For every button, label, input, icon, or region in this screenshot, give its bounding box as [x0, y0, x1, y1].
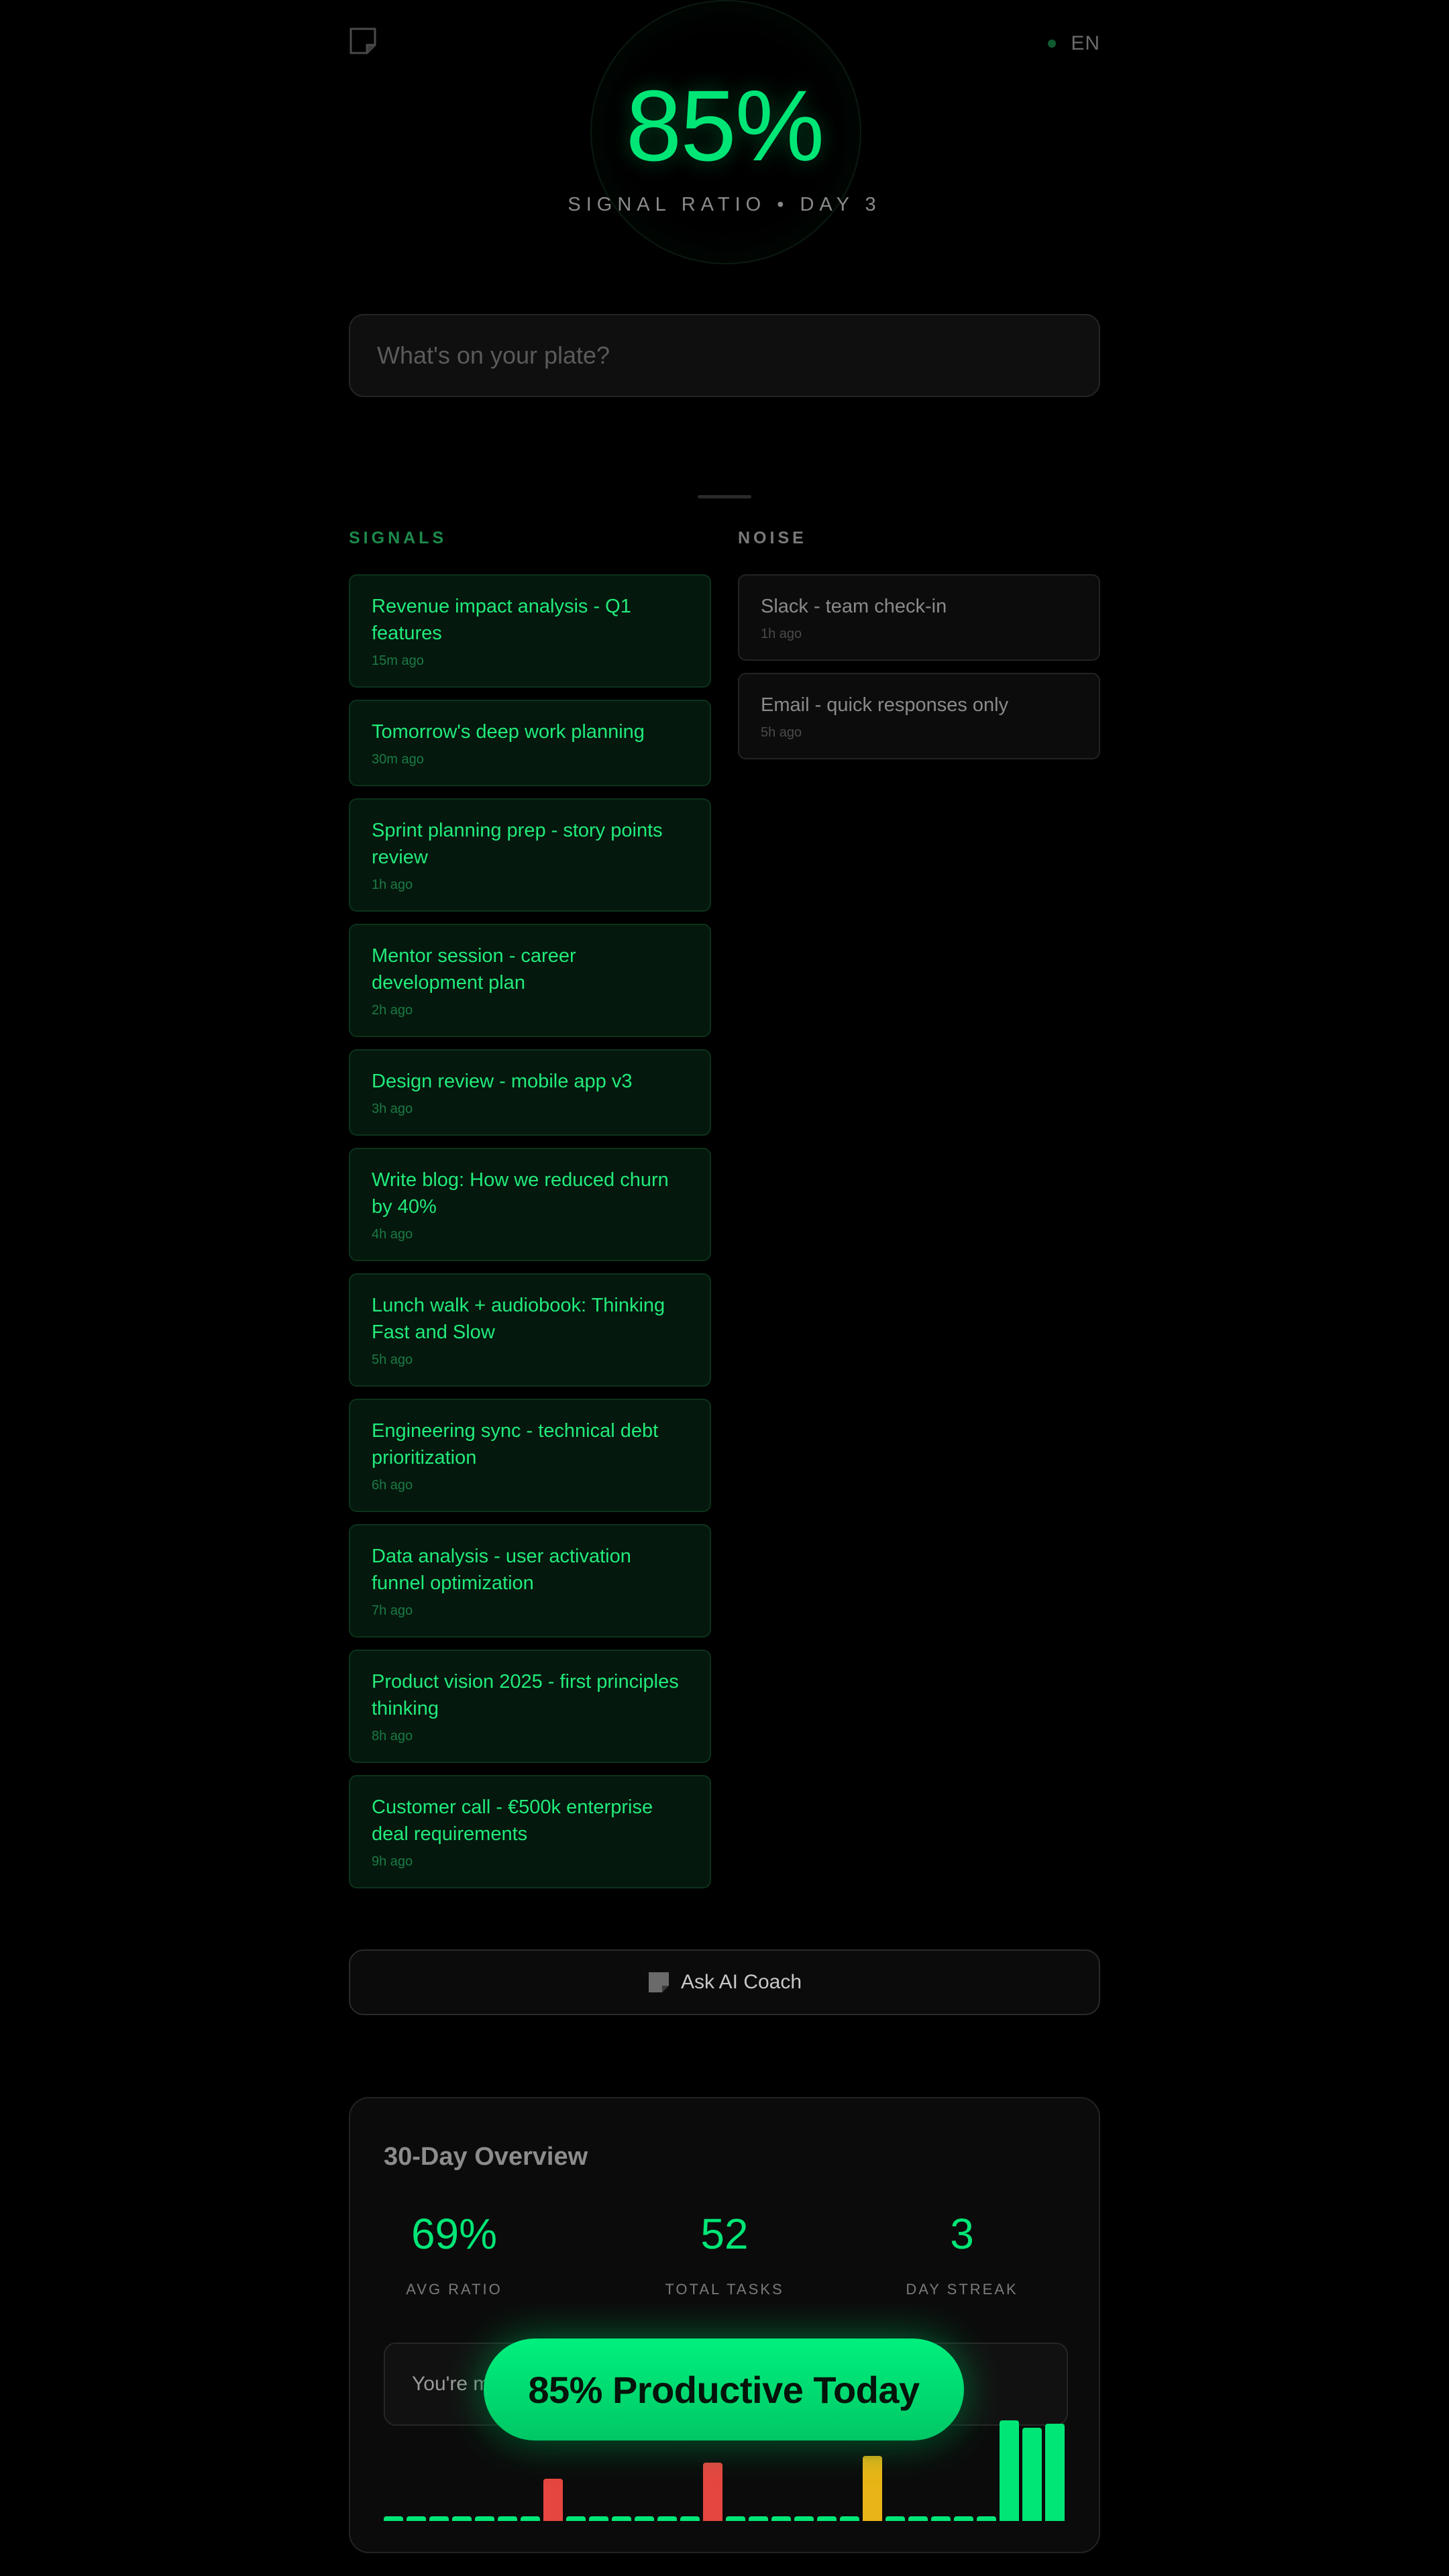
task-title: Lunch walk + audiobook: Thinking Fast an… — [372, 1295, 665, 1343]
stat-label: DAY STREAK — [906, 2281, 1018, 2298]
task-title: Engineering sync - technical debt priori… — [372, 1420, 659, 1468]
task-time: 2h ago — [372, 1003, 413, 1018]
stat-label: TOTAL TASKS — [665, 2281, 784, 2298]
task-time: 3h ago — [372, 1102, 413, 1116]
day-bar — [726, 2516, 745, 2521]
day-bar — [863, 2455, 882, 2521]
task-title: Product vision 2025 - first principles t… — [372, 1671, 679, 1719]
day-bar — [589, 2516, 608, 2521]
stat-value: 52 — [700, 2210, 749, 2258]
signal-card[interactable]: Write blog: How we reduced churn by 40% … — [349, 1148, 711, 1261]
task-title: Mentor session - career development plan — [372, 945, 576, 994]
day-bar — [498, 2516, 517, 2521]
day-bar — [840, 2516, 859, 2521]
noise-card[interactable]: Slack - team check-in 1h ago — [738, 574, 1100, 661]
task-time: 5h ago — [372, 1352, 413, 1367]
day-bar — [954, 2516, 973, 2521]
signal-card[interactable]: Lunch walk + audiobook: Thinking Fast an… — [349, 1273, 711, 1387]
signals-heading: SIGNALS — [349, 529, 447, 547]
signal-card[interactable]: Tomorrow's deep work planning 30m ago — [349, 700, 711, 786]
stat-value: 69% — [411, 2210, 498, 2258]
day-bar — [407, 2516, 426, 2521]
day-bar — [429, 2516, 449, 2521]
task-time: 30m ago — [372, 752, 424, 767]
task-title: Design review - mobile app v3 — [372, 1071, 633, 1092]
task-time: 15m ago — [372, 653, 424, 668]
divider-handle[interactable] — [698, 495, 751, 498]
task-title: Revenue impact analysis - Q1 features — [372, 596, 631, 644]
day-bar — [475, 2516, 494, 2521]
day-bar — [749, 2516, 768, 2521]
day-bar — [657, 2516, 677, 2521]
productive-today-badge[interactable]: 85% Productive Today — [484, 2339, 964, 2440]
note-icon — [648, 1972, 669, 1992]
task-title: Slack - team check-in — [761, 596, 947, 617]
day-bar — [566, 2516, 586, 2521]
signal-card[interactable]: Product vision 2025 - first principles t… — [349, 1650, 711, 1763]
signals-list: Revenue impact analysis - Q1 features 15… — [349, 574, 711, 1888]
stat-value: 3 — [950, 2210, 974, 2258]
noise-card[interactable]: Email - quick responses only 5h ago — [738, 673, 1100, 759]
noise-list: Slack - team check-in 1h ago Email - qui… — [738, 574, 1100, 759]
stat-day-streak: 3 DAY STREAK — [861, 2212, 1063, 2298]
language-label: EN — [1071, 32, 1100, 54]
task-time: 5h ago — [761, 725, 802, 740]
task-title: Write blog: How we reduced churn by 40% — [372, 1169, 669, 1218]
task-title: Tomorrow's deep work planning — [372, 721, 645, 743]
day-bar — [885, 2516, 905, 2521]
noise-heading: NOISE — [738, 529, 807, 547]
day-bar — [977, 2516, 996, 2521]
status-dot — [1048, 40, 1057, 48]
signal-card[interactable]: Data analysis - user activation funnel o… — [349, 1524, 711, 1638]
task-title: Email - quick responses only — [761, 694, 1009, 716]
day-bar — [384, 2516, 403, 2521]
note-logo-icon[interactable] — [349, 27, 377, 55]
day-bar — [1022, 2427, 1042, 2521]
task-time: 4h ago — [372, 1227, 413, 1242]
day-bar — [908, 2516, 928, 2521]
task-title: Data analysis - user activation funnel o… — [372, 1546, 631, 1594]
overview-title: 30-Day Overview — [384, 2143, 588, 2171]
day-bar — [521, 2516, 540, 2521]
app-page: EN 85% SIGNAL RATIO • DAY 3 SIGNALS NOIS… — [0, 0, 1449, 2576]
signal-card[interactable]: Sprint planning prep - story points revi… — [349, 798, 711, 912]
day-bar — [1045, 2423, 1065, 2521]
signal-card[interactable]: Mentor session - career development plan… — [349, 924, 711, 1037]
signal-ratio-subtitle: SIGNAL RATIO • DAY 3 — [568, 194, 881, 215]
day-bar — [794, 2516, 814, 2521]
day-bar — [612, 2516, 631, 2521]
day-bar — [771, 2516, 791, 2521]
day-bar — [452, 2516, 472, 2521]
task-title: Sprint planning prep - story points revi… — [372, 820, 663, 868]
task-time: 1h ago — [372, 877, 413, 892]
day-bar — [543, 2479, 563, 2521]
signal-card[interactable]: Revenue impact analysis - Q1 features 15… — [349, 574, 711, 688]
overview-panel: 30-Day Overview 69% AVG RATIO 52 TOTAL T… — [349, 2097, 1100, 2553]
signal-card[interactable]: Design review - mobile app v3 3h ago — [349, 1049, 711, 1136]
task-time: 1h ago — [761, 627, 802, 641]
task-time: 9h ago — [372, 1854, 413, 1869]
language-switcher[interactable]: EN — [1048, 32, 1100, 55]
productive-today-label: 85% Productive Today — [528, 2368, 920, 2411]
task-input[interactable] — [349, 314, 1100, 397]
ask-ai-coach-label: Ask AI Coach — [680, 1971, 802, 1993]
signal-card[interactable]: Customer call - €500k enterprise deal re… — [349, 1775, 711, 1888]
task-time: 8h ago — [372, 1729, 413, 1743]
day-bar — [931, 2516, 951, 2521]
ask-ai-coach-button[interactable]: Ask AI Coach — [349, 1949, 1100, 2015]
day-bar — [680, 2516, 700, 2521]
stat-total-tasks: 52 TOTAL TASKS — [624, 2212, 825, 2298]
signal-ratio-value: 85% — [625, 69, 824, 182]
stat-avg-ratio: 69% AVG RATIO — [354, 2212, 555, 2298]
stat-label: AVG RATIO — [406, 2281, 502, 2298]
task-time: 6h ago — [372, 1478, 413, 1493]
day-bar — [1000, 2420, 1019, 2521]
signal-card[interactable]: Engineering sync - technical debt priori… — [349, 1399, 711, 1512]
day-bar — [703, 2463, 722, 2521]
day-bar — [817, 2516, 837, 2521]
day-bar — [635, 2516, 654, 2521]
task-title: Customer call - €500k enterprise deal re… — [372, 1796, 653, 1845]
task-time: 7h ago — [372, 1603, 413, 1618]
